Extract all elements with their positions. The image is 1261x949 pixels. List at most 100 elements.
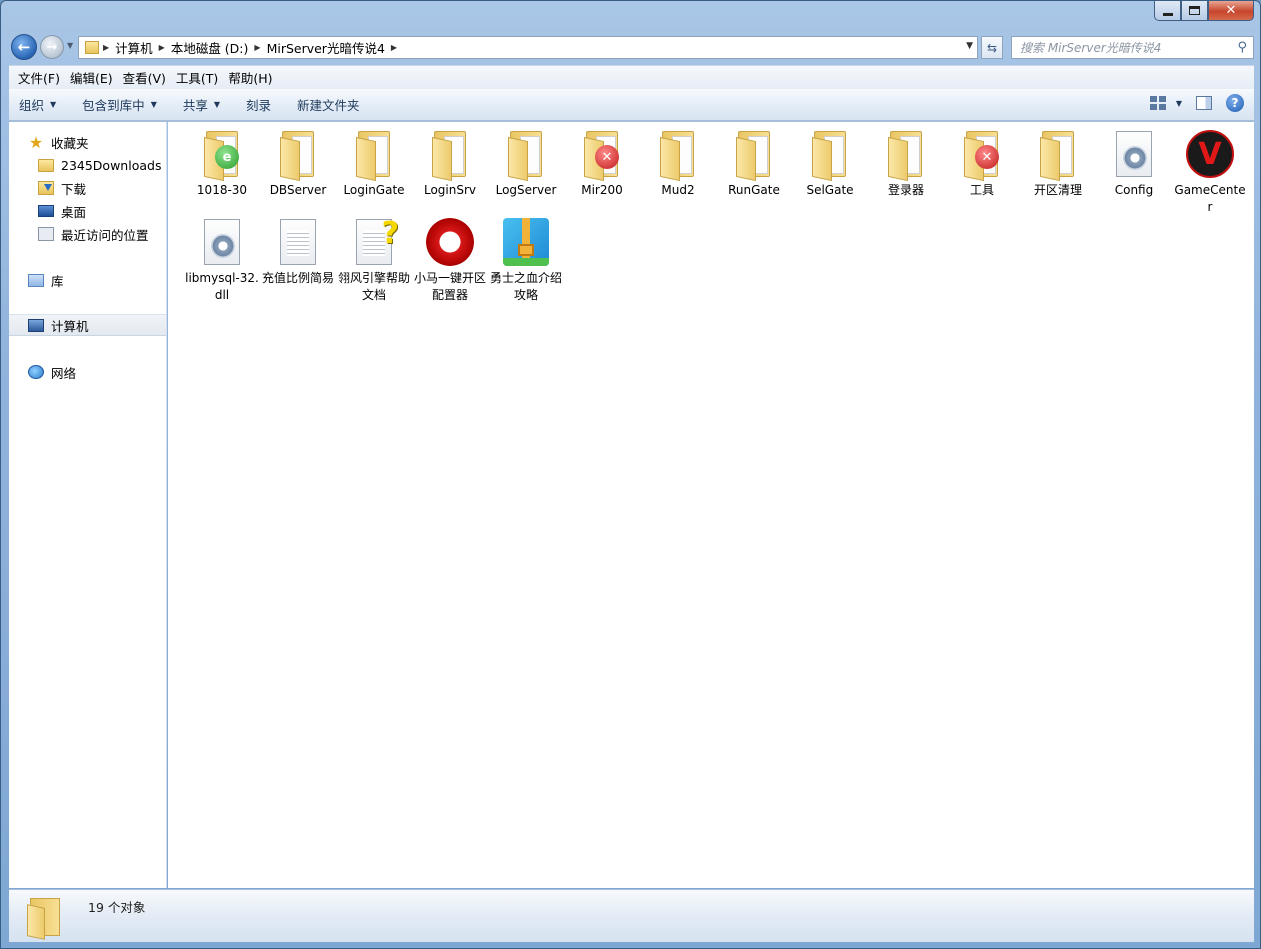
refresh-button[interactable]: ⇆ — [981, 36, 1003, 59]
help-file-icon: ? — [348, 216, 400, 268]
menu-view[interactable]: 查看(V) — [118, 68, 171, 87]
address-row: ← → ▼ ▶ 计算机 ▶ 本地磁盘 (D:) ▶ MirServer光暗传说4… — [9, 33, 1254, 61]
folder-icon: e — [196, 128, 248, 182]
desktop-icon — [37, 203, 55, 219]
file-item[interactable]: ? 翎风引擎帮助文档 — [338, 216, 410, 304]
config-file-icon — [1108, 128, 1160, 180]
folder-icon — [348, 128, 400, 182]
include-in-library-button[interactable]: 包含到库中 ▼ — [82, 95, 157, 114]
file-name-label: LoginSrv — [423, 183, 477, 197]
close-button[interactable]: ✕ — [1208, 1, 1254, 21]
file-item[interactable]: 勇士之血介绍攻略 — [490, 216, 562, 304]
file-item[interactable]: 登录器 — [870, 128, 942, 199]
menu-file[interactable]: 文件(F) — [13, 68, 65, 87]
status-bar: 19 个对象 — [9, 889, 1254, 942]
file-name-label: 开区清理 — [1033, 183, 1082, 197]
file-item[interactable]: 充值比例简易 — [262, 216, 334, 287]
menu-help[interactable]: 帮助(H) — [223, 68, 277, 87]
chevron-down-icon: ▼ — [1175, 98, 1182, 108]
file-name-label: LogServer — [495, 183, 557, 197]
breadcrumb-current-folder[interactable]: MirServer光暗传说4 — [261, 38, 391, 57]
breadcrumb-computer[interactable]: 计算机 — [109, 38, 159, 57]
zip-archive-icon — [500, 216, 552, 268]
file-name-label: Config — [1114, 183, 1154, 197]
organize-button[interactable]: 组织 ▼ — [19, 95, 56, 114]
item-count: 19 个对象 — [88, 900, 146, 915]
address-bar[interactable]: ▶ 计算机 ▶ 本地磁盘 (D:) ▶ MirServer光暗传说4 ▶ ▼ — [78, 36, 978, 59]
file-item[interactable]: 小马一键开区配置器 — [414, 216, 486, 304]
nav-computer[interactable]: 计算机 — [9, 314, 166, 336]
breadcrumb-local-disk[interactable]: 本地磁盘 (D:) — [165, 38, 255, 57]
dll-file-icon — [196, 216, 248, 268]
file-item[interactable]: Mud2 — [642, 128, 714, 199]
new-folder-button[interactable]: 新建文件夹 — [297, 95, 360, 114]
search-input[interactable]: 搜索 MirServer光暗传说4 ⚲ — [1011, 36, 1254, 59]
file-list-view[interactable]: e 1018-30 DBServer LoginGate LoginSrv LogServ… — [168, 122, 1254, 888]
computer-icon — [27, 317, 45, 333]
menu-edit[interactable]: 编辑(E) — [65, 68, 118, 87]
file-item[interactable]: RunGate — [718, 128, 790, 199]
file-item[interactable]: ✕ Mir200 — [566, 128, 638, 199]
file-name-label: SelGate — [806, 183, 854, 197]
file-item[interactable]: Config — [1098, 128, 1170, 199]
nav-item-label: 2345Downloads — [61, 157, 162, 173]
back-button[interactable]: ← — [11, 34, 37, 60]
nav-libraries[interactable]: 库 — [27, 269, 184, 291]
nav-network[interactable]: 网络 — [27, 361, 184, 383]
maximize-button[interactable] — [1181, 1, 1208, 21]
include-library-label: 包含到库中 — [82, 98, 145, 113]
chevron-right-icon[interactable]: ▶ — [391, 43, 397, 52]
folder-icon — [424, 128, 476, 182]
file-name-label: 翎风引擎帮助文档 — [337, 271, 410, 302]
recent-pages-dropdown[interactable]: ▼ — [67, 41, 73, 50]
help-icon[interactable]: ? — [1226, 94, 1244, 112]
file-item[interactable]: V GameCenter — [1174, 128, 1246, 216]
search-icon[interactable]: ⚲ — [1237, 40, 1247, 55]
recent-places-icon — [37, 226, 55, 242]
address-folder-icon — [85, 41, 99, 54]
share-label: 共享 — [182, 98, 208, 113]
file-name-label: 小马一键开区配置器 — [413, 271, 486, 302]
folder-icon — [27, 898, 65, 940]
file-name-label: GameCenter — [1174, 183, 1246, 214]
file-name-label: 1018-30 — [196, 183, 248, 197]
close-icon: ✕ — [1225, 3, 1237, 18]
chevron-down-icon: ▼ — [50, 100, 57, 109]
nav-favorites[interactable]: ★ 收藏夹 — [27, 131, 184, 153]
change-view-button[interactable]: ▼ — [1149, 96, 1182, 110]
nav-favorites-label: 收藏夹 — [51, 135, 89, 151]
menu-bar: 文件(F) 编辑(E) 查看(V) 工具(T) 帮助(H) — [9, 65, 1254, 89]
minimize-icon — [1162, 12, 1173, 16]
folder-icon — [272, 128, 324, 182]
file-item[interactable]: DBServer — [262, 128, 334, 199]
file-item[interactable]: e 1018-30 — [186, 128, 258, 199]
caption-buttons: ✕ — [1154, 1, 1254, 21]
file-item[interactable]: ✕ 工具 — [946, 128, 1018, 199]
file-item[interactable]: LoginSrv — [414, 128, 486, 199]
file-name-label: RunGate — [728, 183, 780, 197]
nav-item-label: 下载 — [61, 181, 87, 197]
library-icon — [27, 272, 45, 288]
file-item[interactable]: LoginGate — [338, 128, 410, 199]
folder-icon — [728, 128, 780, 182]
network-icon — [27, 364, 45, 380]
share-button[interactable]: 共享 ▼ — [183, 95, 220, 114]
burn-button[interactable]: 刻录 — [246, 95, 271, 114]
nav-libraries-label: 库 — [51, 273, 64, 289]
file-name-label: 充值比例简易 — [261, 271, 334, 285]
command-bar: 组织 ▼ 包含到库中 ▼ 共享 ▼ 刻录 新建文件夹 ▼ ? — [9, 89, 1254, 121]
file-item[interactable]: 开区清理 — [1022, 128, 1094, 199]
new-folder-label: 新建文件夹 — [297, 98, 360, 113]
text-file-icon — [272, 216, 324, 268]
minimize-button[interactable] — [1154, 1, 1181, 21]
nav-item-label: 桌面 — [61, 204, 87, 220]
file-item[interactable]: SelGate — [794, 128, 866, 199]
preview-pane-icon[interactable] — [1196, 96, 1212, 110]
file-item[interactable]: libmysql-32.dll — [185, 216, 259, 304]
forward-button[interactable]: → — [40, 35, 64, 59]
address-history-dropdown[interactable]: ▼ — [966, 41, 973, 51]
menu-tools[interactable]: 工具(T) — [171, 68, 223, 87]
nav-network-label: 网络 — [51, 365, 77, 381]
file-item[interactable]: LogServer — [490, 128, 562, 199]
file-name-label: 勇士之血介绍攻略 — [489, 271, 562, 302]
